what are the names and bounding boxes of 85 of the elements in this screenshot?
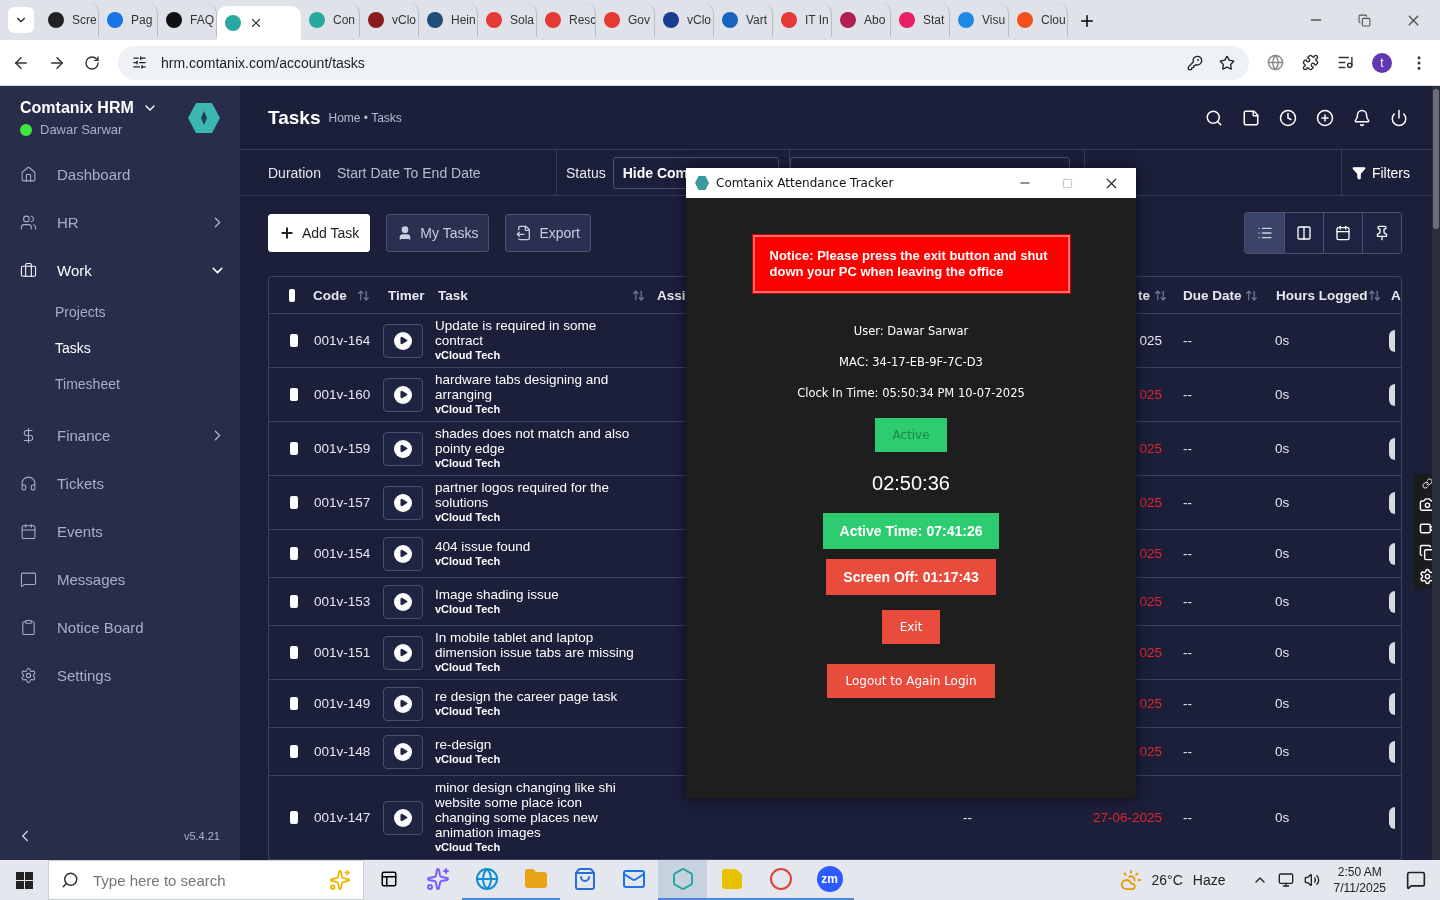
mac-info: MAC: 34-17-EB-9F-7C-D3 [839,353,983,371]
project-name: vCloud Tech [435,752,502,767]
table-cell: -- [963,810,972,825]
tab-title: Sola [510,13,535,27]
hours-logged: 0s [1275,744,1290,759]
hours-logged: 0s [1275,333,1290,348]
clock-in-info: Clock In Time: 05:50:34 PM 10-07-2025 [797,384,1025,402]
tab-title: Visu [982,13,1006,27]
project-name: vCloud Tech [435,402,502,417]
user-info: User: Dawar Sarwar [853,322,969,340]
due-date: -- [1183,387,1192,402]
elapsed-time: 02:50:36 [872,472,950,495]
project-name: vCloud Tech [435,553,502,569]
due-date: -- [1183,441,1192,456]
task-code: 001v-154 [314,546,371,561]
due-date: -- [1183,333,1192,348]
hours-logged: 0s [1275,441,1290,456]
tab-title: Scre [72,13,97,27]
tab-title: Abo [864,13,886,27]
hours-logged: 0s [1275,810,1290,825]
tab-title: Hein [451,13,476,27]
project-name: vCloud Tech [435,602,502,617]
due-date: -- [1183,645,1192,660]
project-name: vCloud Tech [435,704,502,719]
tab-title: Con [333,13,355,27]
tab-title: IT In [805,13,829,27]
version-text: v5.4.21 [183,830,220,842]
task-code: 001v-159 [314,441,371,456]
hours-logged: 0s [1275,387,1290,402]
start-date: 025 [1139,441,1162,456]
weather-text: Haze [1192,872,1226,888]
hours-logged: 0s [1275,696,1290,711]
project-name: vCloud Tech [435,840,502,855]
project-name: vCloud Tech [435,348,502,363]
start-date: 025 [1139,546,1162,561]
due-date: -- [1183,744,1192,759]
task-code: 001v-147 [314,810,371,825]
due-date: -- [1183,546,1192,561]
status-label: Status [566,164,606,181]
tab-title: FAQ [190,13,214,27]
project-name: vCloud Tech [435,510,502,525]
brand-name: Comtanix HRM [20,99,134,117]
tab-title: Clou [1041,13,1066,27]
task-code: 001v-149 [314,696,371,711]
column-header: Timer [387,286,426,305]
task-code: 001v-153 [314,594,371,609]
start-date: 025 [1139,696,1162,711]
due-date: -- [1183,810,1192,825]
user-name: Dawar Sarwar [40,122,123,137]
column-header: Assi [656,286,687,305]
window-title: Comtanix Attendance Tracker [716,176,894,190]
task-code: 001v-148 [314,744,371,759]
due-date: -- [1183,495,1192,510]
tab-title: Gov [628,13,650,27]
start-date: 025 [1139,594,1162,609]
project-name: vCloud Tech [435,660,502,675]
column-header: A [1390,286,1401,305]
tab-title: Pag [131,13,153,27]
start-date: 025 [1139,387,1162,402]
start-date: 025 [1139,645,1162,660]
hours-logged: 0s [1275,594,1290,609]
breadcrumb: Home • Tasks [328,110,402,125]
url-text: hrm.comtanix.com/account/tasks [161,54,365,71]
hours-logged: 0s [1275,546,1290,561]
tab-title: Vart [746,13,768,27]
task-code: 001v-157 [314,495,371,510]
tab-title: Stat [923,13,945,27]
notice-banner: Notice: Please press the exit button and shut down your PC when leaving the office [752,235,1070,293]
hours-logged: 0s [1275,495,1290,510]
start-date: 025 [1139,495,1162,510]
hours-logged: 0s [1275,645,1290,660]
temperature: 26°C [1151,872,1183,888]
tab-title: vClo [687,13,711,27]
task-code: 001v-151 [314,645,371,660]
due-date: -- [1183,696,1192,711]
due-date: -- [1183,594,1192,609]
task-code: 001v-164 [314,333,371,348]
start-date: 27-06-2025 [1092,810,1162,825]
tab-title: vClo [392,13,416,27]
duration-label: Duration [268,164,321,181]
start-date: 025 [1139,744,1162,759]
start-date: 025 [1139,333,1162,348]
project-name: vCloud Tech [435,456,502,471]
task-code: 001v-160 [314,387,371,402]
page-title: Tasks [268,106,321,129]
